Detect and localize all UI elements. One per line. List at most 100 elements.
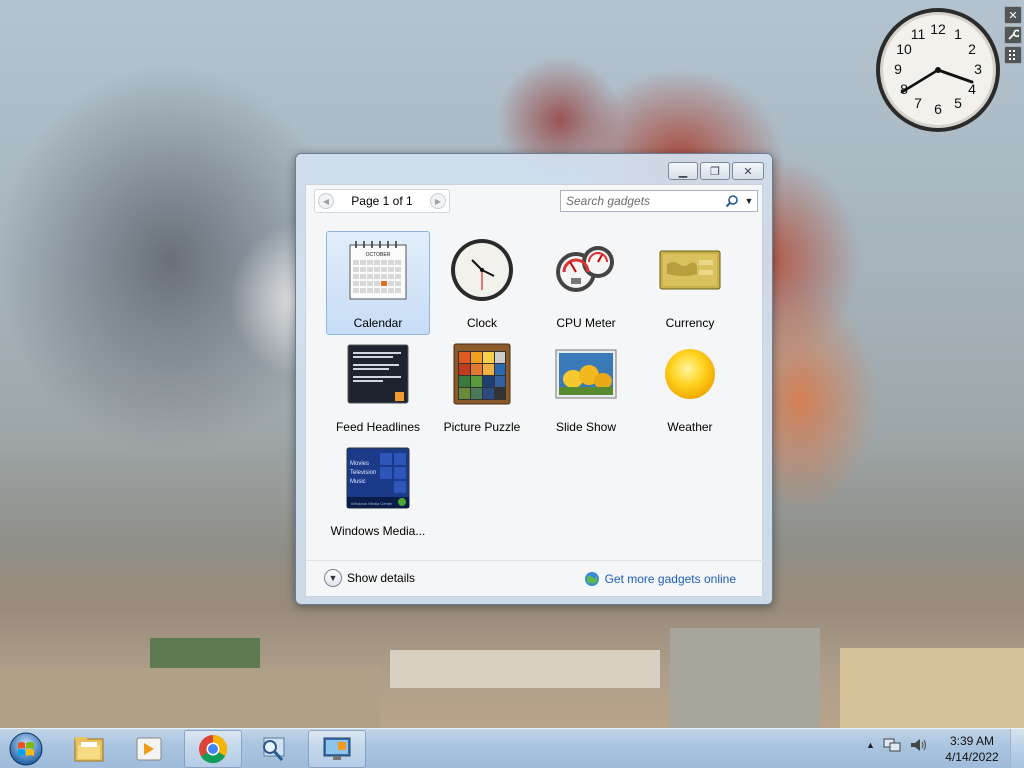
show-details-toggle[interactable]: ▼ Show details — [324, 569, 415, 587]
gadget-label: Weather — [667, 420, 713, 434]
minimize-icon: ▁ — [678, 165, 688, 178]
desktop-clock-gadget[interactable]: 12 1 2 3 4 5 6 7 8 9 10 11 — [874, 6, 1002, 134]
taskbar-search-app[interactable] — [244, 730, 302, 768]
clock-numeral: 1 — [954, 26, 962, 42]
show-hidden-icons-button[interactable]: ▲ — [866, 740, 875, 750]
gadget-label: Slide Show — [555, 420, 617, 434]
gallery-content: ◀ Page 1 of 1 ▶ ▼ OCTOBER — [305, 184, 764, 598]
window-controls: ▁ ❐ ✕ — [668, 162, 764, 180]
clock-numeral: 7 — [914, 95, 922, 111]
gadget-label: Clock — [466, 316, 497, 330]
search-icon — [725, 195, 738, 208]
gadget-label: Windows Media... — [330, 524, 426, 538]
page-label: Page 1 of 1 — [351, 194, 413, 208]
network-icon[interactable] — [883, 737, 901, 753]
clock-numeral: 6 — [934, 101, 942, 117]
gadget-label: Picture Puzzle — [443, 420, 521, 434]
weather-icon — [656, 340, 724, 408]
gadget-gallery-window: ▁ ❐ ✕ ◀ Page 1 of 1 ▶ ▼ OCTOBER — [295, 153, 773, 605]
clock-numeral: 11 — [911, 26, 926, 42]
clock-icon — [448, 236, 516, 304]
close-icon: ✕ — [743, 165, 753, 178]
media-player-icon — [136, 737, 162, 761]
clock-numeral: 3 — [974, 61, 982, 77]
gadget-tile-picture-puzzle[interactable]: Picture Puzzle — [430, 335, 534, 439]
media-line: Movies — [350, 461, 369, 467]
restore-icon: ❐ — [710, 165, 720, 178]
chevron-right-icon: ▶ — [434, 196, 442, 206]
get-more-label: Get more gadgets online — [604, 572, 736, 586]
globe-icon — [584, 572, 599, 586]
search-input[interactable] — [561, 192, 723, 210]
restore-button[interactable]: ❐ — [700, 162, 730, 180]
search-box: ▼ — [560, 190, 758, 212]
minimize-button[interactable]: ▁ — [668, 162, 698, 180]
gadget-tile-calendar[interactable]: OCTOBER Calendar — [326, 231, 430, 335]
clock-numeral: 9 — [894, 61, 902, 77]
gadget-tile-windows-media[interactable]: Movies Television Music Windows Media Ce… — [326, 439, 430, 543]
next-page-button[interactable]: ▶ — [429, 193, 446, 209]
clock-numeral: 2 — [968, 41, 976, 57]
taskbar-time: 3:39 AM — [949, 734, 995, 748]
gallery-footer: ▼ Show details Get more gadgets online — [306, 560, 764, 598]
start-button[interactable] — [6, 730, 46, 768]
gadget-tile-slide-show[interactable]: Slide Show — [534, 335, 638, 439]
media-line: Television — [350, 470, 376, 476]
gadget-tile-weather[interactable]: Weather — [638, 335, 742, 439]
system-tray: ▲ — [866, 737, 927, 753]
clock-face-icon: 12 1 2 3 4 5 6 7 8 9 10 11 — [876, 8, 1000, 132]
media-line: Music — [350, 479, 366, 485]
page-navigator: ◀ Page 1 of 1 ▶ — [314, 189, 450, 213]
taskbar-chrome[interactable] — [184, 730, 242, 768]
feed-headlines-icon — [344, 340, 412, 408]
clock-numeral: 10 — [896, 41, 912, 57]
drag-grip-icon — [1009, 50, 1015, 60]
previous-page-button[interactable]: ◀ — [318, 193, 334, 209]
cpu-meter-icon — [552, 236, 620, 304]
gadget-close-button[interactable]: ✕ — [1004, 6, 1022, 24]
calendar-icon: OCTOBER — [344, 236, 412, 304]
search-options-dropdown[interactable]: ▼ — [741, 191, 757, 211]
gadget-label: Calendar — [353, 316, 403, 330]
search-button[interactable] — [723, 192, 741, 210]
windows-explorer-icon — [74, 737, 104, 762]
gadget-label: Feed Headlines — [335, 420, 421, 434]
chrome-icon — [199, 735, 227, 764]
taskbar-windows-explorer[interactable] — [60, 730, 118, 768]
gadget-tile-cpu-meter[interactable]: CPU Meter — [534, 231, 638, 335]
volume-icon[interactable] — [909, 737, 927, 753]
close-button[interactable]: ✕ — [732, 162, 764, 180]
wrench-icon — [1008, 29, 1019, 40]
windows-media-icon: Movies Television Music Windows Media Ce… — [344, 444, 412, 512]
clock-numeral: 12 — [930, 21, 946, 37]
taskbar-gadget-gallery[interactable] — [308, 730, 366, 768]
slide-show-icon — [552, 340, 620, 408]
gadget-tile-feed-headlines[interactable]: Feed Headlines — [326, 335, 430, 439]
calendar-month: OCTOBER — [366, 252, 391, 258]
gadget-label: Currency — [665, 316, 715, 330]
taskbar: ▲ 3:39 AM 4/14/2022 — [0, 728, 1024, 768]
gadget-controls: ✕ — [1004, 6, 1022, 66]
gadget-label: CPU Meter — [556, 316, 616, 330]
media-footer: Windows Media Center — [351, 501, 393, 506]
taskbar-media-player[interactable] — [120, 730, 178, 768]
chevron-down-circle-icon: ▼ — [324, 569, 342, 587]
gadget-grid: OCTOBER Calendar Clock CPU Meter Currenc… — [326, 231, 746, 543]
desktop-gadget-gallery-icon — [323, 737, 351, 760]
clock-numeral: 5 — [954, 95, 962, 111]
gadget-tile-clock[interactable]: Clock — [430, 231, 534, 335]
gadget-tile-currency[interactable]: Currency — [638, 231, 742, 335]
gadget-drag-handle[interactable] — [1004, 46, 1022, 64]
get-more-gadgets-link[interactable]: Get more gadgets online — [584, 571, 736, 587]
picture-puzzle-icon — [448, 340, 516, 408]
chevron-down-icon: ▼ — [744, 196, 754, 206]
currency-icon — [656, 236, 724, 304]
windows-orb-icon — [9, 732, 43, 766]
taskbar-clock[interactable]: 3:39 AM 4/14/2022 — [940, 733, 1004, 765]
search-magnifier-icon — [263, 737, 285, 761]
chevron-left-icon: ◀ — [322, 196, 330, 206]
gadget-options-button[interactable] — [1004, 26, 1022, 44]
show-desktop-button[interactable] — [1010, 729, 1024, 768]
taskbar-date: 4/14/2022 — [945, 750, 999, 764]
show-details-label: Show details — [347, 571, 416, 585]
